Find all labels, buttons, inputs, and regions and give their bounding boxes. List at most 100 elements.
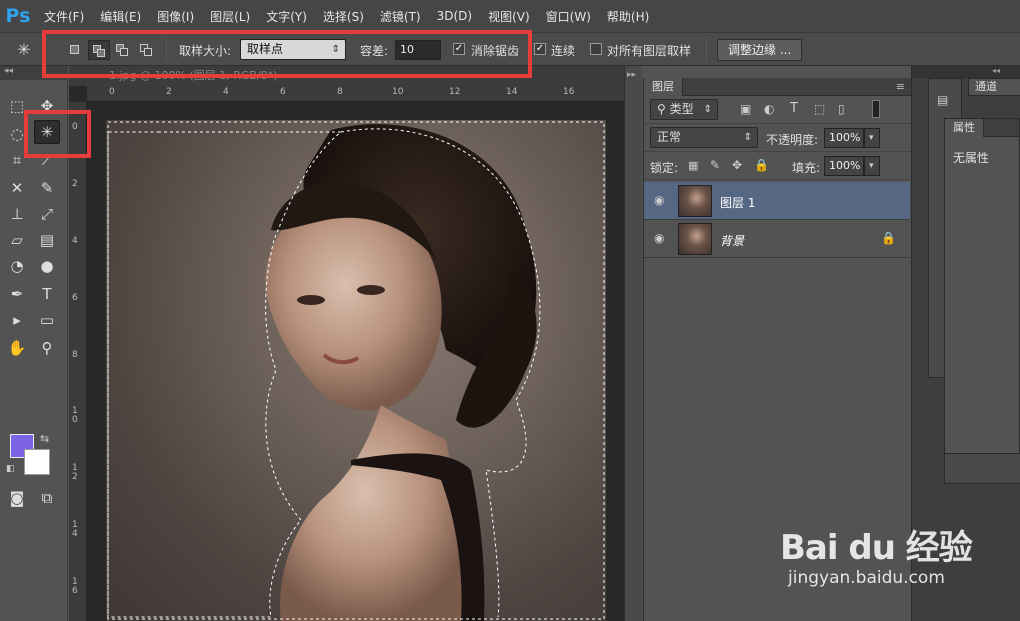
canvas-image[interactable]: [106, 120, 606, 621]
smartobject-filter-icon[interactable]: ▯: [838, 102, 845, 116]
watermark-url: jingyan.baidu.com: [788, 568, 945, 588]
ruler-tick: 16: [563, 87, 575, 97]
menu-3d[interactable]: 3D(D): [429, 9, 480, 23]
ruler-tick: 8: [72, 350, 78, 360]
type-filter-icon[interactable]: T: [790, 101, 798, 116]
subtract-from-selection-button[interactable]: [112, 40, 134, 60]
move-tool-icon[interactable]: ✥: [34, 94, 60, 118]
menu-image[interactable]: 图像(I): [149, 8, 202, 25]
menu-type[interactable]: 文字(Y): [258, 8, 315, 25]
layer-filter-select[interactable]: ⚲ 类型 ⇕: [650, 99, 718, 120]
background-color-swatch[interactable]: [24, 449, 50, 475]
blur-tool-icon[interactable]: ◔: [4, 254, 30, 278]
divider: [706, 39, 707, 61]
default-colors-icon[interactable]: ◧: [6, 464, 15, 474]
ruler-tick: 1 2: [72, 463, 78, 482]
collapse-icon[interactable]: ◂◂: [912, 66, 1020, 78]
all-layers-label: 对所有图层取样: [607, 44, 692, 58]
history-brush-icon[interactable]: ⤢: [34, 202, 60, 226]
quick-mask-icon[interactable]: ◙: [4, 486, 30, 510]
lock-all-icon[interactable]: 🔒: [754, 158, 769, 172]
tab-channels[interactable]: 通道: [968, 78, 1020, 96]
ruler-tick: 4: [72, 236, 78, 246]
pen-tool-icon[interactable]: ✒: [4, 282, 30, 306]
menu-view[interactable]: 视图(V): [480, 8, 538, 25]
ruler-tick: 2: [166, 87, 172, 97]
stamp-tool-icon[interactable]: ⊥: [4, 202, 30, 226]
properties-panel: 属性 无属性: [944, 118, 1020, 484]
menu-edit[interactable]: 编辑(E): [92, 8, 149, 25]
marquee-tool-icon[interactable]: ⬚: [4, 94, 30, 118]
photoshop-logo[interactable]: Ps: [0, 0, 36, 32]
opacity-dropdown-icon[interactable]: ▾: [864, 128, 880, 148]
intersect-selection-button[interactable]: [136, 40, 158, 60]
updown-arrow-icon: ⇕: [743, 132, 752, 143]
zoom-tool-icon[interactable]: ⚲: [34, 336, 60, 360]
lock-transparency-icon[interactable]: ▦: [688, 159, 698, 172]
tab-properties[interactable]: 属性: [945, 119, 984, 137]
sample-size-value: 取样点: [247, 42, 284, 56]
eye-icon[interactable]: ◉: [654, 193, 668, 207]
fill-input[interactable]: 100%: [824, 156, 864, 176]
ruler-tick: 1 4: [72, 520, 78, 539]
tab-layers[interactable]: 图层: [644, 78, 683, 96]
eraser-tool-icon[interactable]: ▱: [4, 228, 30, 252]
healing-tool-icon[interactable]: ✕: [4, 176, 30, 200]
type-tool-icon[interactable]: T: [34, 282, 60, 306]
antialias-label: 消除锯齿: [471, 44, 520, 58]
antialias-checkbox[interactable]: ✓: [453, 43, 465, 55]
lasso-tool-icon[interactable]: ◌: [4, 122, 30, 146]
menu-file[interactable]: 文件(F): [36, 8, 92, 25]
divider: [166, 39, 167, 61]
path-select-icon[interactable]: ▸: [4, 308, 30, 332]
updown-arrow-icon: ⇕: [331, 44, 340, 55]
refine-edge-button[interactable]: 调整边缘 ...: [717, 39, 803, 61]
menu-layer[interactable]: 图层(L): [202, 8, 258, 25]
menu-window[interactable]: 窗口(W): [538, 8, 599, 25]
document-tab[interactable]: 1.jpg @ 100% (图层 1, RGB/8*): [69, 66, 624, 86]
contiguous-checkbox[interactable]: ✓: [534, 43, 546, 55]
opacity-label: 不透明度:: [766, 133, 819, 147]
adjustment-filter-icon[interactable]: ◐: [764, 102, 774, 116]
crop-tool-icon[interactable]: ⌗: [4, 148, 30, 172]
new-selection-button[interactable]: [64, 40, 86, 60]
eye-icon[interactable]: ◉: [654, 231, 668, 245]
hand-tool-icon[interactable]: ✋: [4, 336, 30, 360]
brush-tool-icon[interactable]: ✎: [34, 176, 60, 200]
layer-row-background[interactable]: ◉ 背景 🔒: [644, 220, 910, 258]
menu-help[interactable]: 帮助(H): [599, 8, 657, 25]
menu-select[interactable]: 选择(S): [315, 8, 372, 25]
layer-name: 图层 1: [720, 196, 756, 210]
filter-toggle-switch[interactable]: [872, 100, 880, 118]
gradient-tool-icon[interactable]: ▤: [34, 228, 60, 252]
panel-menu-icon[interactable]: ≡: [896, 80, 905, 93]
pixel-filter-icon[interactable]: ▣: [740, 102, 751, 116]
shape-tool-icon[interactable]: ▭: [34, 308, 60, 332]
shape-filter-icon[interactable]: ⬚: [814, 102, 825, 116]
dodge-tool-icon[interactable]: ●: [34, 254, 60, 278]
layer-row-layer1[interactable]: ◉ 图层 1: [644, 182, 910, 220]
eyedropper-tool-icon[interactable]: ⟋: [34, 148, 60, 172]
lock-pixels-icon[interactable]: ✎: [710, 158, 720, 172]
sample-size-select[interactable]: 取样点 ⇕: [240, 39, 346, 60]
ruler-tick: 10: [392, 87, 404, 97]
add-to-selection-button[interactable]: [88, 40, 110, 60]
all-layers-checkbox[interactable]: [590, 43, 602, 55]
history-panel-icon[interactable]: ▤: [937, 93, 948, 107]
magic-wand-icon[interactable]: ✳: [12, 38, 36, 60]
menu-filter[interactable]: 滤镜(T): [372, 8, 429, 25]
updown-arrow-icon: ⇕: [703, 104, 712, 115]
ruler-tick: 8: [337, 87, 343, 97]
screen-mode-icon[interactable]: ⧉: [34, 486, 60, 510]
panel-collapse-icon[interactable]: ◂◂: [0, 66, 68, 80]
fill-dropdown-icon[interactable]: ▾: [864, 156, 880, 176]
tolerance-input[interactable]: 10: [395, 40, 441, 60]
opacity-input[interactable]: 100%: [824, 128, 864, 148]
portrait-image: [107, 121, 605, 621]
blend-mode-select[interactable]: 正常 ⇕: [650, 127, 758, 148]
baidu-watermark: Bai du 经验 jingyan.baidu.com: [780, 520, 973, 588]
lock-position-icon[interactable]: ✥: [732, 158, 742, 172]
magic-wand-tool-icon[interactable]: ✳: [34, 120, 60, 144]
swap-colors-icon[interactable]: ⇆: [40, 432, 49, 445]
expand-panels-icon[interactable]: ▸▸: [627, 70, 636, 80]
